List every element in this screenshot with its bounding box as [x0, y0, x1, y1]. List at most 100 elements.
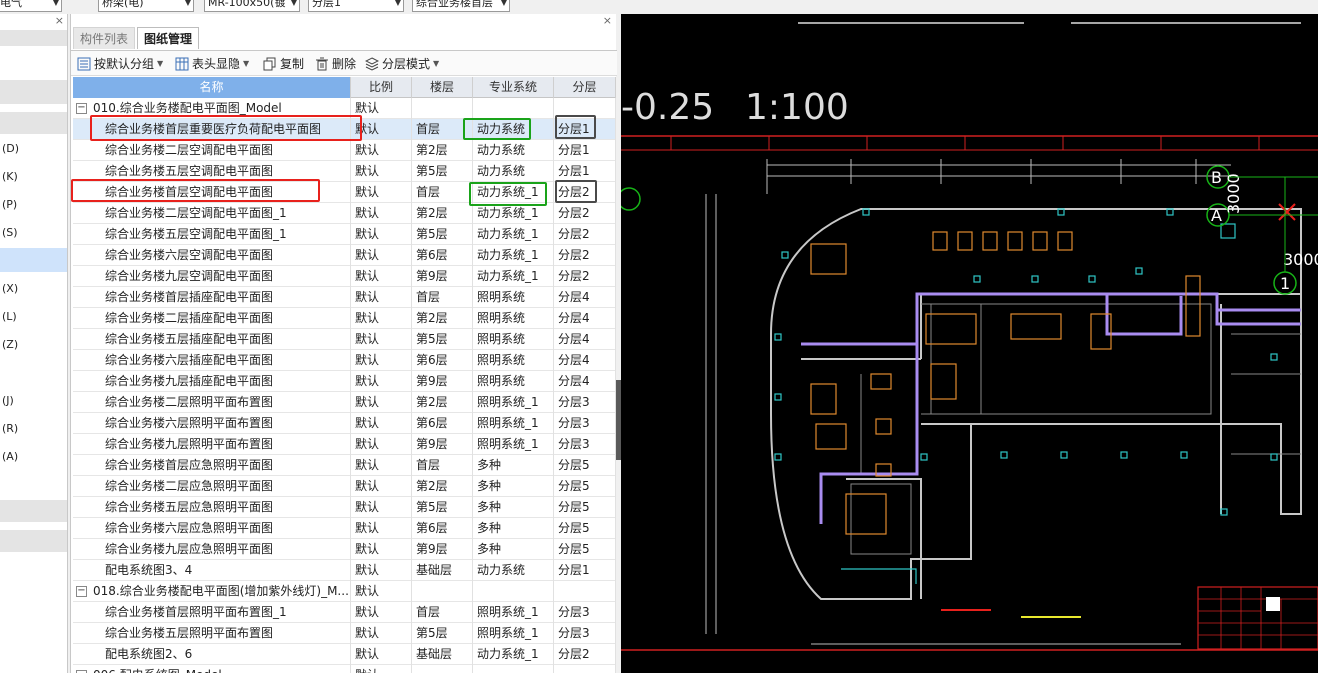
left-panel-selected-item[interactable]	[0, 248, 67, 272]
cell-system: 动力系统_1	[473, 245, 554, 266]
left-panel-item[interactable]: (P)	[2, 198, 17, 211]
column-header-name[interactable]: 名称	[73, 77, 351, 98]
major-dropdown[interactable]: 电气 ▼	[0, 0, 62, 12]
cell-scale: 默认	[351, 434, 412, 455]
table-row[interactable]: 综合业务楼六层插座配电平面图 默认 第6层 照明系统 分层4	[73, 350, 616, 371]
cell-system: 照明系统_1	[473, 413, 554, 434]
cell-layer: 分层3	[554, 623, 616, 644]
table-row[interactable]: 综合业务楼首层照明平面布置图_1 默认 首层 照明系统_1 分层3	[73, 602, 616, 623]
left-panel-item[interactable]: (K)	[2, 170, 18, 183]
column-header-system[interactable]: 专业系统	[473, 77, 554, 98]
column-header-floor[interactable]: 楼层	[412, 77, 473, 98]
layer-dropdown[interactable]: 分层1 ▼	[308, 0, 404, 12]
green-highlight-box	[463, 118, 531, 140]
cell-system: 多种	[473, 476, 554, 497]
left-panel-item[interactable]: (J)	[2, 394, 14, 407]
table-row[interactable]: 综合业务楼首层插座配电平面图 默认 首层 照明系统 分层4	[73, 287, 616, 308]
table-group-row[interactable]: 006.配电系统图_Model默认−	[73, 665, 616, 673]
cell-system: 照明系统	[473, 350, 554, 371]
tab-component-list[interactable]: 构件列表	[73, 27, 136, 49]
cell-floor: 第9层	[412, 539, 473, 560]
table-row[interactable]: 综合业务楼二层空调配电平面图 默认 第2层 动力系统 分层1	[73, 140, 616, 161]
header-visibility-button[interactable]: 表头显隐 ▼	[175, 55, 249, 73]
cell-name: 006.配电系统图_Model	[73, 665, 351, 673]
table-row[interactable]: 综合业务楼首层应急照明平面图 默认 首层 多种 分层5	[73, 455, 616, 476]
cad-top-strip	[621, 0, 1318, 14]
cell-layer: 分层4	[554, 287, 616, 308]
table-row[interactable]: 综合业务楼二层空调配电平面图_1 默认 第2层 动力系统_1 分层2	[73, 203, 616, 224]
table-row[interactable]: 综合业务楼九层应急照明平面图 默认 第9层 多种 分层5	[73, 539, 616, 560]
left-panel-item[interactable]: (R)	[2, 422, 18, 435]
table-header-icon	[175, 57, 189, 71]
cad-viewport[interactable]: -0.25 1:100 B A 1 3000 300	[621, 14, 1318, 673]
close-icon[interactable]: ×	[603, 14, 612, 27]
cell-scale: 默认	[351, 287, 412, 308]
cell-name: 综合业务楼六层插座配电平面图	[73, 350, 351, 371]
cell-system: 照明系统_1	[473, 623, 554, 644]
cell-scale: 默认	[351, 203, 412, 224]
cell-layer: 分层1	[554, 161, 616, 182]
cell-floor: 基础层	[412, 560, 473, 581]
table-row[interactable]: 配电系统图2、6 默认 基础层 动力系统_1 分层2	[73, 644, 616, 665]
floor-dropdown[interactable]: 综合业务楼首层 ▼	[412, 0, 510, 12]
column-header-layer[interactable]: 分层	[554, 77, 616, 98]
component-type-value: 桥架(电)	[102, 0, 144, 9]
title-block	[1197, 586, 1318, 650]
cell-layer: 分层3	[554, 602, 616, 623]
copy-icon	[263, 57, 276, 71]
table-row[interactable]: 配电系统图3、4 默认 基础层 动力系统 分层1	[73, 560, 616, 581]
table-row[interactable]: 综合业务楼二层插座配电平面图 默认 第2层 照明系统 分层4	[73, 308, 616, 329]
table-row[interactable]: 综合业务楼六层应急照明平面图 默认 第6层 多种 分层5	[73, 518, 616, 539]
left-panel-item[interactable]: (L)	[2, 310, 17, 323]
tab-drawing-management[interactable]: 图纸管理	[137, 27, 200, 49]
table-group-row[interactable]: 018.综合业务楼配电平面图(增加紫外线灯)_M... 默认 −	[73, 581, 616, 602]
group-by-default-button[interactable]: 按默认分组 ▼	[77, 55, 163, 73]
delete-button[interactable]: 删除	[315, 55, 356, 73]
spec-dropdown[interactable]: MR-100x50(镀 ▼	[204, 0, 300, 12]
left-panel-item[interactable]: (X)	[2, 282, 18, 295]
cell-system: 照明系统	[473, 287, 554, 308]
group-by-default-label: 按默认分组	[94, 57, 155, 71]
table-row[interactable]: 综合业务楼九层插座配电平面图 默认 第9层 照明系统 分层4	[73, 371, 616, 392]
table-row[interactable]: 综合业务楼二层照明平面布置图 默认 第2层 照明系统_1 分层3	[73, 392, 616, 413]
cell-floor: 首层	[412, 602, 473, 623]
close-icon[interactable]: ×	[55, 14, 64, 27]
cell-name: 综合业务楼首层应急照明平面图	[73, 455, 351, 476]
collapse-icon[interactable]: −	[76, 103, 87, 114]
grid-bubbles	[621, 165, 1297, 295]
cell-floor: 第6层	[412, 350, 473, 371]
table-row[interactable]: 综合业务楼二层应急照明平面图 默认 第2层 多种 分层5	[73, 476, 616, 497]
left-panel-item[interactable]: (Z)	[2, 338, 18, 351]
left-panel-group-band	[0, 530, 67, 552]
cell-scale: 默认	[351, 266, 412, 287]
table-row[interactable]: 综合业务楼九层空调配电平面图 默认 第9层 动力系统_1 分层2	[73, 266, 616, 287]
cell-floor: 第5层	[412, 161, 473, 182]
left-panel-item[interactable]: (A)	[2, 450, 18, 463]
copy-button[interactable]: 复制	[263, 55, 304, 73]
cell-layer: 分层4	[554, 308, 616, 329]
table-row[interactable]: 综合业务楼五层插座配电平面图 默认 第5层 照明系统 分层4	[73, 329, 616, 350]
cell-scale: 默认	[351, 581, 412, 602]
cell-scale: 默认	[351, 392, 412, 413]
table-row[interactable]: 综合业务楼九层照明平面布置图 默认 第9层 照明系统_1 分层3	[73, 434, 616, 455]
left-panel-item[interactable]: (S)	[2, 226, 18, 239]
copy-label: 复制	[280, 57, 305, 71]
cell-floor: 基础层	[412, 644, 473, 665]
cad-drawing[interactable]: -0.25 1:100 B A 1 3000 300	[621, 14, 1318, 673]
table-row[interactable]: 综合业务楼五层空调配电平面图_1 默认 第5层 动力系统_1 分层2	[73, 224, 616, 245]
column-header-scale[interactable]: 比例	[351, 77, 412, 98]
cell-layer: 分层2	[554, 203, 616, 224]
dark-highlight-box	[555, 180, 597, 203]
cell-scale: 默认	[351, 140, 412, 161]
grid-label-b: B	[1211, 168, 1222, 187]
cell-name: 综合业务楼九层应急照明平面图	[73, 539, 351, 560]
cell-layer: 分层5	[554, 455, 616, 476]
table-row[interactable]: 综合业务楼六层照明平面布置图 默认 第6层 照明系统_1 分层3	[73, 413, 616, 434]
left-panel-item[interactable]: (D)	[2, 142, 19, 155]
table-row[interactable]: 综合业务楼五层应急照明平面图 默认 第5层 多种 分层5	[73, 497, 616, 518]
component-type-dropdown[interactable]: 桥架(电) ▼	[98, 0, 194, 12]
table-row[interactable]: 综合业务楼五层照明平面布置图 默认 第5层 照明系统_1 分层3	[73, 623, 616, 644]
collapse-icon[interactable]: −	[76, 586, 87, 597]
layer-mode-button[interactable]: 分层模式 ▼	[365, 55, 439, 73]
table-row[interactable]: 综合业务楼六层空调配电平面图 默认 第6层 动力系统_1 分层2	[73, 245, 616, 266]
